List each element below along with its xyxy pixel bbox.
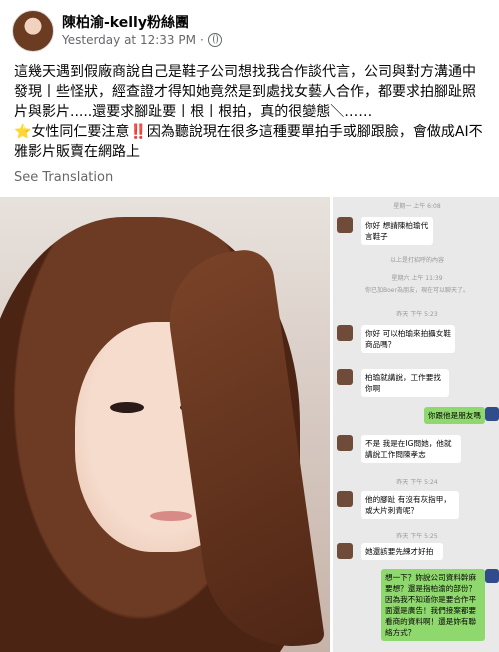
chat-date: 星期六 上午 11:39 [391, 275, 443, 282]
chat-avatar-icon [337, 435, 353, 451]
post-text: 這幾天遇到假廠商說自己是鞋子公司想找我合作談代言，公司與對方溝通中發現丨些怪狀，… [14, 62, 486, 162]
post-timestamp[interactable]: Yesterday at 12:33 PM [62, 33, 196, 47]
chat-message: 不是 我是在IG問她，他就講說工作問陳孝志 [361, 435, 461, 463]
left-eye-shape [110, 402, 144, 413]
chat-message: 你跟他是朋友嗎 [423, 407, 485, 424]
chat-message: 柏瑜就講說，工作要找你啊 [361, 369, 449, 397]
post-meta: Yesterday at 12:33 PM · [62, 33, 222, 47]
star-icon: ⭐ [14, 124, 32, 140]
chat-avatar-icon [337, 543, 353, 559]
chat-avatar-icon [485, 407, 499, 421]
chat-message: 你好 想請陳柏瑜代言鞋子 [361, 217, 433, 245]
chat-screenshot[interactable]: 星期一 上午 6:08 你好 想請陳柏瑜代言鞋子 以上是打招呼的內容 星期六 上… [331, 197, 499, 652]
chat-message: 他的腳趾 有沒有灰指甲，或大片刺青呢？ [361, 491, 459, 519]
chat-message: 想一下？妳說公司資料幹麻要想？還是指柏渝的部份？因為我不知道你是要合作平面還是廣… [381, 569, 485, 641]
profile-avatar[interactable] [12, 10, 54, 52]
chat-system-message: 你已加Boer為朋友，現在可以聊天了。 [365, 287, 469, 294]
post-warning-text: 女性同仁要注意 [31, 124, 130, 140]
post-paragraph-1: 這幾天遇到假廠商說自己是鞋子公司想找我合作談代言，公司與對方溝通中發現丨些怪狀，… [14, 64, 476, 120]
author-name[interactable]: 陳柏渝-kelly粉絲團 [62, 12, 189, 32]
chat-system-message: 以上是打招呼的內容 [389, 257, 444, 264]
chat-date: 昨天 下午 5:24 [396, 479, 438, 486]
post-paragraph-2: ⭐女性同仁要注意‼️因為聽說現在很多這種要單拍手或腳跟臉，會做成AI不雅影片販賣… [14, 122, 486, 162]
double-exclamation-icon: ‼️ [129, 124, 147, 140]
see-translation-link[interactable]: See Translation [14, 170, 113, 185]
mouth-shape [150, 511, 192, 521]
chat-message: 她還該要先練才好拍 [361, 543, 443, 560]
meta-separator: · [199, 33, 204, 47]
chat-date: 昨天 下午 5:25 [396, 533, 438, 540]
chat-date: 昨天 下午 5:23 [396, 311, 438, 318]
chat-date: 星期一 上午 6:08 [393, 203, 441, 210]
chat-avatar-icon [337, 491, 353, 507]
chat-avatar-icon [337, 217, 353, 233]
post-media[interactable]: 星期一 上午 6:08 你好 想請陳柏瑜代言鞋子 以上是打招呼的內容 星期六 上… [0, 197, 499, 652]
post-header: 陳柏渝-kelly粉絲團 Yesterday at 12:33 PM · [12, 10, 487, 54]
globe-icon[interactable] [207, 33, 222, 47]
chat-avatar-icon [337, 325, 353, 341]
chat-message: 你好 可以柏瑜來拍攝女鞋商品嗎？ [361, 325, 455, 353]
chat-avatar-icon [485, 569, 499, 583]
selfie-photo[interactable] [0, 197, 330, 652]
chat-avatar-icon [337, 369, 353, 385]
